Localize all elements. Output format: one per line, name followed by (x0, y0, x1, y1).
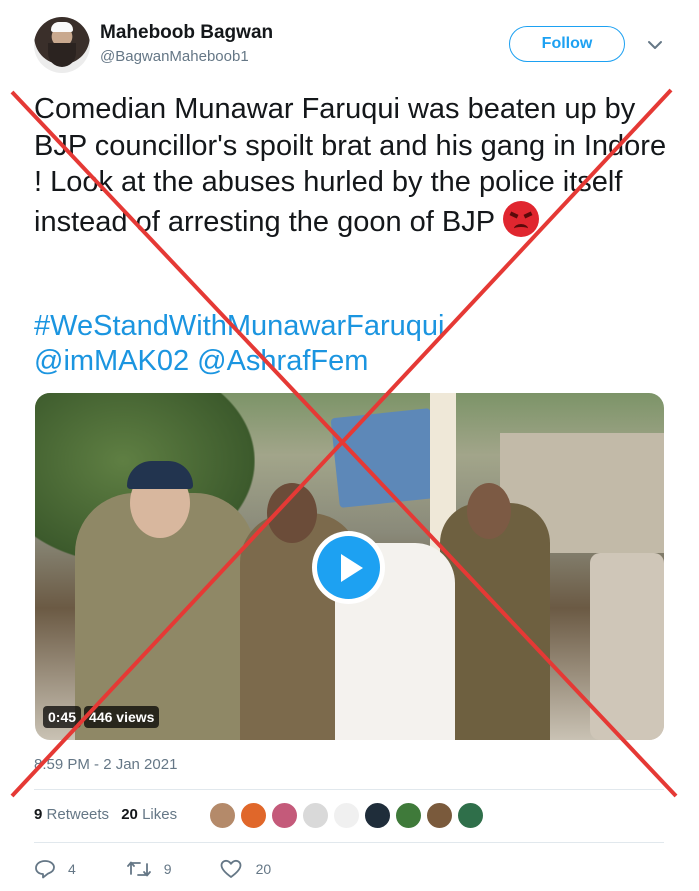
retweets-stat[interactable]: 9 Retweets (34, 806, 109, 823)
engagement-stats: 9 Retweets 20 Likes (34, 806, 177, 823)
hashtag-link[interactable]: #WeStandWithMunawarFaruqui (34, 310, 445, 342)
avatar[interactable] (333, 802, 360, 829)
chevron-down-icon[interactable] (646, 36, 664, 54)
video-duration: 0:45 (43, 706, 82, 728)
divider (34, 842, 664, 843)
tweet-links: #WeStandWithMunawarFaruqui @imMAK02 @Ashr… (34, 309, 674, 379)
retweets-label: Retweets (46, 806, 110, 823)
likes-label: Likes (142, 806, 178, 823)
reply-icon (35, 860, 55, 879)
avatar[interactable] (34, 17, 90, 73)
avatar[interactable] (302, 802, 329, 829)
retweets-count: 9 (34, 806, 43, 823)
likes-stat[interactable]: 20 Likes (121, 806, 177, 823)
tweet-text: Comedian Munawar Faruqui was beaten up b… (34, 91, 674, 240)
avatar[interactable] (240, 802, 267, 829)
video-views: 446 views (84, 706, 160, 728)
follow-button[interactable]: Follow (509, 26, 625, 62)
avatar[interactable] (364, 802, 391, 829)
like-button[interactable]: 20 (220, 859, 272, 879)
retweet-count: 9 (163, 861, 172, 877)
video-meta: 0:45 446 views (43, 706, 160, 728)
like-count: 20 (255, 861, 272, 877)
mention-link[interactable]: @AshrafFem (197, 345, 368, 377)
retweet-icon (126, 861, 151, 877)
avatar[interactable] (457, 802, 484, 829)
author-handle[interactable]: @BagwanMaheboob1 (100, 48, 249, 65)
heart-icon (220, 859, 241, 878)
divider (34, 789, 664, 790)
action-bar: 4 9 20 (34, 859, 271, 879)
avatar[interactable] (271, 802, 298, 829)
retweet-button[interactable]: 9 (126, 859, 172, 879)
avatar[interactable] (426, 802, 453, 829)
tweet-timestamp[interactable]: 8:59 PM - 2 Jan 2021 (34, 756, 177, 773)
avatar[interactable] (209, 802, 236, 829)
angry-face-emoji-icon (503, 200, 540, 237)
reply-button[interactable]: 4 (34, 859, 76, 879)
avatar[interactable] (395, 802, 422, 829)
mention-link[interactable]: @imMAK02 (34, 345, 189, 377)
likes-count: 20 (121, 806, 138, 823)
author-name[interactable]: Maheboob Bagwan (100, 22, 273, 44)
play-button[interactable] (312, 531, 385, 604)
tweet-body: Comedian Munawar Faruqui was beaten up b… (34, 93, 667, 238)
reply-count: 4 (68, 861, 76, 877)
liker-avatars (209, 802, 484, 829)
play-icon (317, 536, 380, 599)
